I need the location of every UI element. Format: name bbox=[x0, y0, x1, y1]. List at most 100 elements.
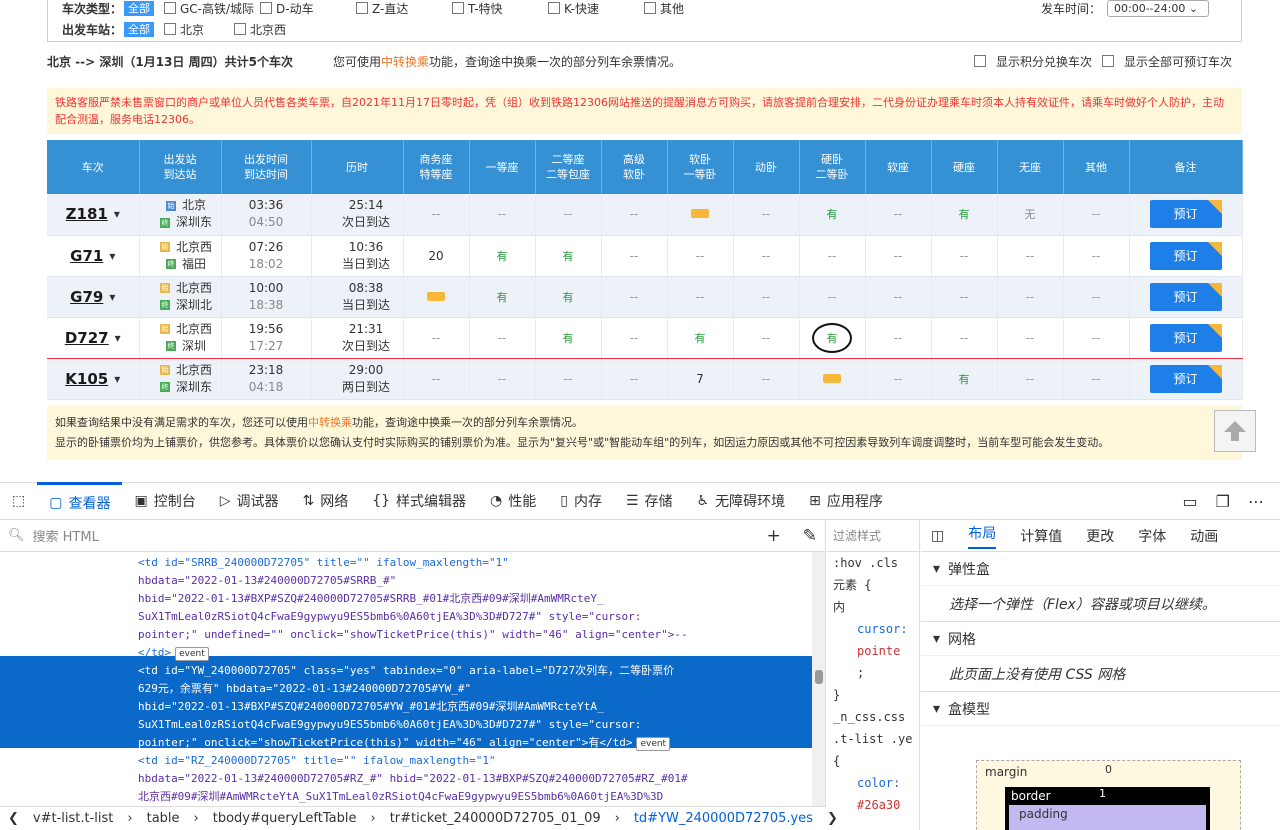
type-option-d[interactable]: D-动车 bbox=[260, 0, 356, 17]
code-line[interactable]: pointer;" undefined="" onclick="showTick… bbox=[138, 626, 688, 644]
train-number-link[interactable]: G71 bbox=[70, 247, 103, 265]
station-all-button[interactable]: 全部 bbox=[124, 21, 154, 37]
waitlist-icon[interactable] bbox=[691, 209, 709, 219]
tab-performance[interactable]: ◔ 性能 bbox=[478, 482, 548, 520]
tab-application[interactable]: ⊞ 应用程序 bbox=[797, 482, 895, 520]
book-button[interactable]: 预订 bbox=[1149, 364, 1222, 393]
code-line[interactable]: hbdata="2022-01-13#240000D72705#SRRB_#" bbox=[138, 572, 396, 590]
rule-line[interactable]: :hov .cls bbox=[827, 552, 919, 574]
tab-layout[interactable]: 布局 bbox=[968, 523, 997, 549]
tab-accessibility[interactable]: ♿ 无障碍环境 bbox=[685, 482, 798, 520]
column-header[interactable]: 历时 bbox=[311, 140, 404, 194]
from-station[interactable]: 北京西 bbox=[176, 363, 212, 377]
to-station[interactable]: 深圳 bbox=[182, 339, 206, 353]
chevron-down-icon[interactable]: ▾ bbox=[109, 249, 115, 263]
waitlist-icon[interactable] bbox=[427, 291, 445, 301]
seat-available[interactable]: 有 bbox=[959, 208, 970, 221]
grid-section-toggle[interactable]: ▾ 网格 bbox=[921, 622, 1280, 656]
seat-available[interactable]: 有 bbox=[959, 373, 970, 386]
checkbox-icon[interactable] bbox=[164, 2, 176, 14]
tab-memory[interactable]: ▯ 内存 bbox=[548, 482, 614, 520]
seat-cell[interactable]: 20 bbox=[403, 235, 470, 277]
chevron-down-icon[interactable]: ▾ bbox=[109, 290, 115, 304]
scroll-thumb[interactable] bbox=[815, 670, 823, 684]
from-station[interactable]: 北京西 bbox=[176, 322, 212, 336]
add-node-icon[interactable]: + bbox=[767, 526, 781, 546]
seat-available[interactable]: 有 bbox=[563, 250, 574, 263]
show-points-option[interactable]: 显示积分兑换车次 bbox=[996, 53, 1092, 70]
code-line[interactable]: SuX1TmLeal0zRSiotQ4cFwaE9gypwyu9ES5bmb6%… bbox=[138, 716, 641, 734]
seat-available[interactable]: 有 bbox=[497, 250, 508, 263]
tab-console[interactable]: ▣ 控制台 bbox=[122, 482, 207, 520]
seat-cell[interactable]: 无 bbox=[997, 194, 1064, 236]
seat-cell[interactable]: 7 bbox=[667, 358, 734, 400]
code-line[interactable]: <td id="RZ_240000D72705" title="" ifalow… bbox=[138, 752, 496, 770]
seat-count[interactable]: 7 bbox=[696, 372, 704, 386]
book-button[interactable]: 预订 bbox=[1149, 323, 1222, 352]
tab-storage[interactable]: ☰ 存储 bbox=[614, 482, 685, 520]
seat-available[interactable]: 有 bbox=[563, 291, 574, 304]
book-button[interactable]: 预订 bbox=[1149, 282, 1222, 311]
eyedropper-icon[interactable]: ✎ bbox=[803, 526, 817, 546]
chevron-down-icon[interactable]: ▾ bbox=[114, 372, 120, 386]
tab-debugger[interactable]: ▷ 调试器 bbox=[208, 482, 291, 520]
transfer-link[interactable]: 中转换乘 bbox=[381, 55, 429, 69]
tab-network[interactable]: ⇅ 网络 bbox=[290, 482, 360, 520]
departure-time-select[interactable]: 00:00--24:00 ⌄ bbox=[1107, 0, 1209, 17]
station-option-beijing[interactable]: 北京 bbox=[164, 21, 234, 38]
to-station[interactable]: 深圳北 bbox=[176, 298, 212, 312]
event-badge[interactable]: event bbox=[636, 737, 671, 751]
tab-changes[interactable]: 更改 bbox=[1086, 526, 1114, 546]
tab-inspector[interactable]: ▢ 查看器 bbox=[37, 482, 123, 520]
code-line[interactable]: 629元，余票有" hbdata="2022-01-13#240000D7270… bbox=[138, 680, 471, 698]
to-station[interactable]: 深圳东 bbox=[176, 380, 212, 394]
code-line[interactable]: 北京西#09#深圳#AmWMRcteYtA_SuX1TmLeal0zRSiotQ… bbox=[138, 788, 663, 806]
code-line[interactable]: hbdata="2022-01-13#240000D72705#RZ_#" hb… bbox=[138, 770, 688, 788]
seat-available[interactable]: 有 bbox=[497, 291, 508, 304]
back-to-top-button[interactable] bbox=[1214, 410, 1256, 452]
train-number-link[interactable]: G79 bbox=[70, 288, 103, 306]
column-header[interactable]: 出发时间 到达时间 bbox=[221, 140, 312, 194]
waitlist-icon[interactable] bbox=[823, 373, 841, 383]
seat-cell[interactable]: 有 bbox=[535, 276, 602, 318]
search-input[interactable]: 搜索 HTML bbox=[33, 526, 99, 545]
selected-node[interactable]: <td id="YW_240000D72705" class="yes" tab… bbox=[0, 656, 812, 751]
seat-available[interactable]: 有 bbox=[827, 332, 838, 345]
panel-icon[interactable]: ◫ bbox=[931, 528, 944, 544]
checkbox-icon[interactable] bbox=[1101, 55, 1114, 67]
checkbox-icon[interactable] bbox=[644, 2, 656, 14]
to-station[interactable]: 福田 bbox=[182, 257, 206, 271]
breadcrumb-item[interactable]: table bbox=[147, 811, 180, 826]
train-type-all-button[interactable]: 全部 bbox=[124, 0, 154, 16]
chevron-down-icon[interactable]: ▾ bbox=[115, 331, 121, 345]
from-station[interactable]: 北京西 bbox=[176, 281, 212, 295]
seat-cell[interactable]: 有 bbox=[535, 316, 602, 359]
rule-line[interactable]: 过滤样式 bbox=[827, 520, 919, 552]
breadcrumb-item[interactable]: td#YW_240000D72705.yes bbox=[634, 811, 813, 826]
tab-fonts[interactable]: 字体 bbox=[1138, 526, 1166, 546]
dock-icon[interactable]: ▭ bbox=[1183, 492, 1198, 511]
event-badge[interactable]: event bbox=[175, 647, 209, 661]
type-option-gc[interactable]: GC-高铁/城际 bbox=[164, 0, 260, 17]
checkbox-icon[interactable] bbox=[234, 23, 246, 35]
type-option-other[interactable]: 其他 bbox=[644, 0, 740, 17]
checkbox-icon[interactable] bbox=[973, 55, 986, 67]
train-number-link[interactable]: K105 bbox=[65, 370, 108, 388]
checkbox-icon[interactable] bbox=[452, 2, 464, 14]
seat-count[interactable]: 20 bbox=[428, 249, 443, 263]
type-option-z[interactable]: Z-直达 bbox=[356, 0, 452, 17]
type-option-t[interactable]: T-特快 bbox=[452, 0, 548, 17]
seat-cell[interactable]: 有 bbox=[931, 358, 998, 400]
chevron-down-icon[interactable]: ▾ bbox=[114, 207, 120, 221]
code-line[interactable]: SuX1TmLeal0zRSiotQ4cFwaE9gypwyu9ES5bmb6%… bbox=[138, 608, 641, 626]
code-line[interactable]: pointer;" onclick="showTicketPrice(this)… bbox=[138, 734, 671, 752]
from-station[interactable]: 北京西 bbox=[176, 240, 212, 254]
html-scrollbar[interactable] bbox=[812, 552, 825, 806]
type-option-k[interactable]: K-快速 bbox=[548, 0, 644, 17]
book-button[interactable]: 预订 bbox=[1149, 241, 1222, 270]
code-line[interactable]: <td id="YW_240000D72705" class="yes" tab… bbox=[138, 662, 674, 680]
seat-available[interactable]: 有 bbox=[695, 332, 706, 345]
footnote-transfer-link[interactable]: 中转换乘 bbox=[308, 416, 352, 429]
train-number-link[interactable]: Z181 bbox=[66, 205, 108, 223]
seat-cell[interactable]: 有 bbox=[799, 316, 866, 359]
